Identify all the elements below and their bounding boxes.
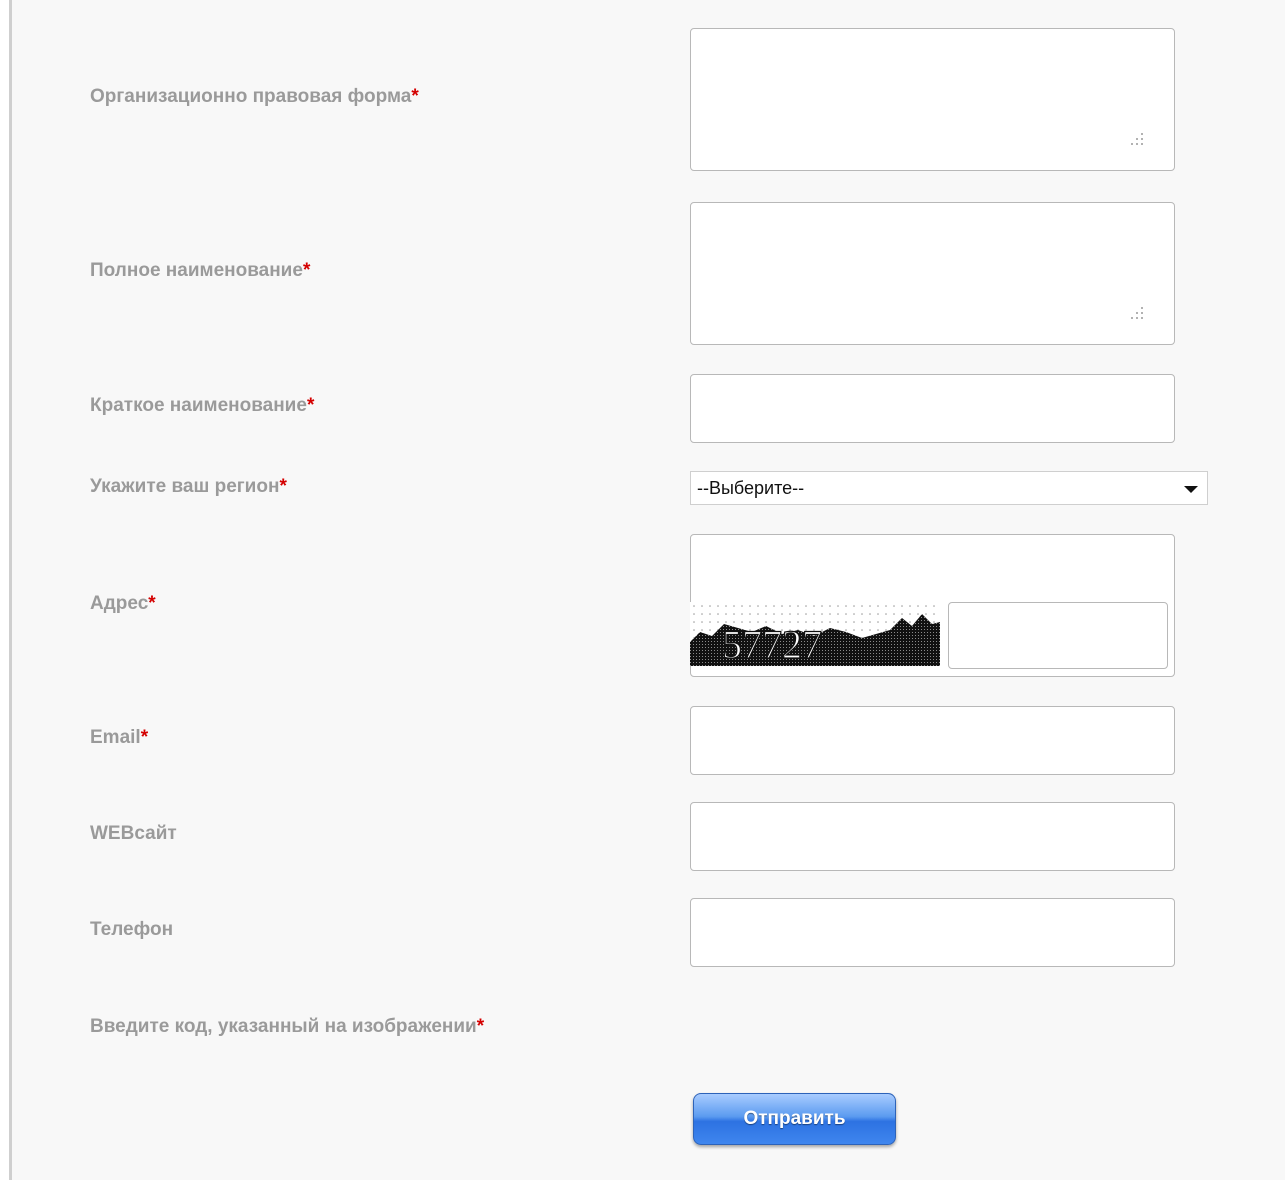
label-text: Email (90, 727, 141, 748)
label-address: Адрес* (90, 593, 156, 615)
label-text: Телефон (90, 919, 174, 940)
submit-button[interactable]: Отправить (693, 1093, 896, 1145)
short-name-input[interactable] (690, 374, 1175, 443)
required-mark: * (411, 86, 419, 107)
label-text: WEBсайт (90, 823, 177, 844)
required-mark: * (302, 260, 311, 281)
label-short-name: Краткое наименование* (90, 395, 314, 417)
label-text: Адрес (90, 593, 149, 614)
label-phone: Телефон (90, 919, 173, 941)
required-mark: * (306, 395, 315, 416)
required-mark: * (279, 476, 287, 497)
captcha-code: 57727 (722, 622, 822, 666)
label-full-name: Полное наименование* (90, 260, 310, 282)
label-region: Укажите ваш регион* (90, 476, 287, 498)
phone-input[interactable] (690, 898, 1175, 967)
label-text: Введите код, указанный на изображении (90, 1016, 477, 1037)
region-select[interactable]: --Выберите-- (690, 471, 1208, 505)
label-text: Укажите ваш регион (90, 476, 280, 497)
required-mark: * (140, 727, 149, 748)
label-legal-form: Организационно правовая форма* (90, 86, 419, 108)
region-select-value: --Выберите-- (697, 478, 805, 498)
captcha-image: 57727 (690, 602, 940, 666)
resize-grip-icon[interactable] (1130, 132, 1144, 146)
label-website: WEBсайт (90, 823, 177, 845)
captcha-input[interactable] (948, 602, 1168, 669)
label-text: Краткое наименование (90, 395, 307, 416)
label-text: Организационно правовая форма (90, 86, 412, 107)
required-mark: * (148, 593, 156, 614)
label-captcha: Введите код, указанный на изображении* (90, 1016, 484, 1038)
full-name-textarea[interactable] (690, 202, 1175, 345)
label-email: Email* (90, 727, 148, 749)
legal-form-textarea[interactable] (690, 28, 1175, 171)
required-mark: * (476, 1016, 485, 1037)
resize-grip-icon[interactable] (1130, 306, 1144, 320)
website-input[interactable] (690, 802, 1175, 871)
email-input[interactable] (690, 706, 1175, 775)
label-text: Полное наименование (90, 260, 303, 281)
chevron-down-icon (1184, 486, 1198, 493)
